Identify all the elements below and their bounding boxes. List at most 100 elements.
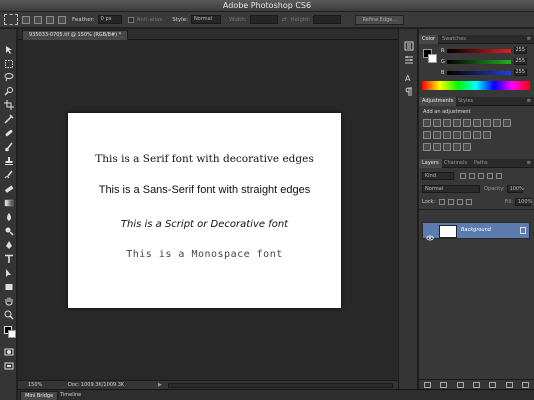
color-balance-icon[interactable] — [483, 119, 491, 127]
tab-channels[interactable]: Channels — [441, 159, 470, 168]
blend-mode-select[interactable]: Normal — [422, 184, 480, 193]
add-mask-icon[interactable] — [456, 381, 464, 388]
delete-layer-icon[interactable] — [522, 381, 530, 388]
antialias-checkbox[interactable] — [127, 16, 134, 23]
blue-value-input[interactable]: 255 — [514, 69, 527, 76]
color-swatches-icon[interactable] — [4, 326, 16, 338]
tab-color[interactable]: Color — [419, 35, 439, 44]
selective-color-icon[interactable] — [483, 131, 491, 139]
curves-icon[interactable] — [443, 119, 451, 127]
green-slider-track[interactable] — [447, 60, 511, 64]
posterize-icon[interactable] — [453, 131, 461, 139]
character-panel-icon[interactable]: A — [404, 73, 414, 83]
quick-mask-icon[interactable] — [4, 347, 14, 357]
marquee-tool-preset-icon[interactable] — [4, 14, 18, 25]
vibrance-icon[interactable] — [463, 119, 471, 127]
adjustment-extra-icon[interactable] — [453, 143, 461, 151]
color-lookup-icon[interactable] — [433, 131, 441, 139]
black-white-icon[interactable] — [493, 119, 501, 127]
adjustment-filter-icon[interactable] — [469, 172, 475, 179]
threshold-icon[interactable] — [463, 131, 471, 139]
red-slider-track[interactable] — [447, 49, 511, 53]
link-layers-icon[interactable] — [423, 381, 431, 388]
feather-input[interactable]: 0 px — [97, 15, 122, 24]
gradient-tool-icon[interactable] — [4, 198, 14, 208]
clone-stamp-icon[interactable] — [4, 156, 14, 166]
rectangle-shape-icon[interactable] — [4, 282, 14, 292]
type-filter-icon[interactable] — [478, 172, 484, 179]
lasso-tool-icon[interactable] — [4, 72, 14, 82]
blur-tool-icon[interactable] — [4, 212, 14, 222]
crop-tool-icon[interactable] — [4, 100, 14, 110]
dodge-tool-icon[interactable] — [4, 226, 14, 236]
channel-mixer-icon[interactable] — [423, 131, 431, 139]
panel-menu-icon[interactable]: ≡ — [527, 97, 531, 106]
shape-filter-icon[interactable] — [487, 172, 493, 179]
panel-menu-icon[interactable]: ≡ — [527, 35, 531, 44]
intersect-selection-icon[interactable] — [58, 15, 66, 24]
screen-mode-icon[interactable] — [4, 361, 14, 371]
tab-layers[interactable]: Layers — [419, 159, 442, 168]
zoom-level[interactable]: 150% — [28, 382, 42, 388]
move-tool-icon[interactable] — [4, 45, 14, 55]
photo-filter-icon[interactable] — [503, 119, 511, 127]
pen-tool-icon[interactable] — [4, 240, 14, 250]
type-tool-icon[interactable] — [4, 254, 14, 264]
green-value-input[interactable]: 255 — [514, 58, 527, 65]
color-spectrum-bar[interactable] — [422, 81, 530, 90]
tab-timeline[interactable]: Timeline — [56, 391, 85, 400]
eyedropper-icon[interactable] — [4, 114, 14, 124]
layer-row-background[interactable]: Background — [422, 222, 530, 241]
layer-name[interactable]: Background — [461, 227, 491, 233]
add-to-selection-icon[interactable] — [34, 15, 42, 24]
panel-menu-icon[interactable]: ≡ — [527, 159, 531, 168]
levels-icon[interactable] — [433, 119, 441, 127]
new-adjustment-layer-icon[interactable] — [472, 381, 480, 388]
visibility-eye-icon[interactable] — [426, 227, 434, 241]
tab-mini-bridge[interactable]: Mini Bridge — [20, 391, 59, 400]
new-layer-icon[interactable] — [505, 381, 513, 388]
document-canvas[interactable]: This is a Serif font with decorative edg… — [68, 113, 341, 308]
lock-transparency-icon[interactable] — [439, 198, 446, 205]
brightness-contrast-icon[interactable] — [423, 119, 431, 127]
height-input[interactable] — [313, 15, 342, 24]
quick-selection-icon[interactable] — [4, 86, 14, 96]
adjustment-extra-icon[interactable] — [463, 143, 471, 151]
gradient-map-icon[interactable] — [473, 131, 481, 139]
rectangular-marquee-icon[interactable] — [4, 59, 14, 69]
adjustment-extra-icon[interactable] — [433, 143, 441, 151]
invert-icon[interactable] — [443, 131, 451, 139]
paragraph-panel-icon[interactable] — [404, 87, 414, 97]
tab-adjustments[interactable]: Adjustments — [419, 97, 457, 106]
brush-tool-icon[interactable] — [4, 142, 14, 152]
adjustment-extra-icon[interactable] — [423, 143, 431, 151]
red-value-input[interactable]: 255 — [514, 47, 527, 54]
pixel-filter-icon[interactable] — [460, 172, 466, 179]
canvas-area[interactable]: This is a Serif font with decorative edg… — [18, 40, 398, 380]
horizontal-scrollbar[interactable] — [168, 383, 393, 388]
exposure-icon[interactable] — [453, 119, 461, 127]
filter-kind-select[interactable]: Kind — [422, 171, 454, 180]
document-tab[interactable]: 935033-0705.tif @ 150% (RGB/8#) * — [22, 30, 129, 40]
adjustment-extra-icon[interactable] — [443, 143, 451, 151]
path-selection-icon[interactable] — [4, 268, 14, 278]
opacity-input[interactable]: 100% — [506, 184, 524, 193]
lock-all-icon[interactable] — [466, 198, 473, 205]
layer-style-icon[interactable] — [440, 381, 448, 388]
history-brush-icon[interactable] — [4, 170, 14, 180]
healing-brush-icon[interactable] — [4, 128, 14, 138]
style-select[interactable]: Normal — [190, 15, 221, 24]
refine-edge-button[interactable]: Refine Edge... — [355, 14, 405, 25]
new-group-icon[interactable] — [489, 381, 497, 388]
tab-styles[interactable]: Styles — [455, 97, 476, 106]
status-menu-arrow-icon[interactable]: ▶ — [158, 382, 162, 388]
tab-swatches[interactable]: Swatches — [439, 35, 469, 44]
tab-paths[interactable]: Paths — [471, 159, 491, 168]
eraser-tool-icon[interactable] — [4, 184, 14, 194]
swap-icon[interactable]: ⇄ — [282, 17, 287, 23]
background-color-swatch[interactable] — [428, 54, 437, 63]
fill-input[interactable]: 100% — [515, 197, 532, 206]
blue-slider-track[interactable] — [447, 71, 511, 75]
smart-object-filter-icon[interactable] — [496, 172, 502, 179]
history-panel-icon[interactable] — [404, 41, 414, 51]
